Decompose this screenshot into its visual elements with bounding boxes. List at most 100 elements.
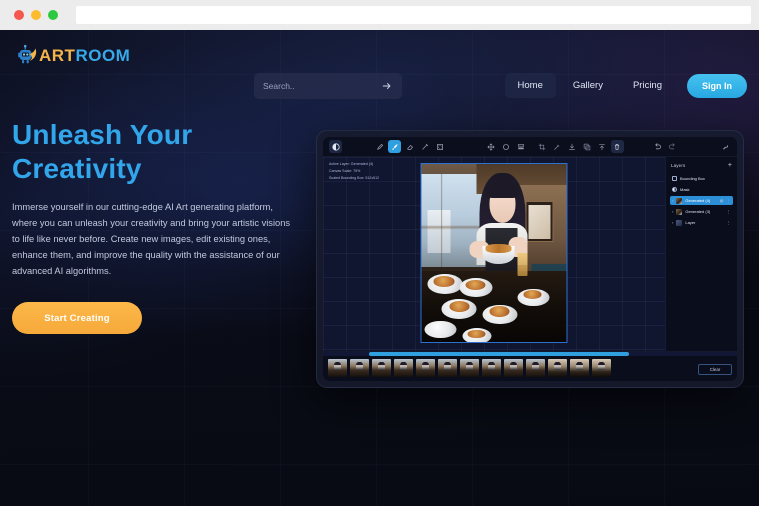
- image-noodles: [485, 244, 512, 253]
- editor-toolbar: [323, 137, 737, 157]
- toolbar-group-transform: [485, 140, 528, 153]
- filmstrip-thumb[interactable]: [438, 359, 457, 377]
- minimize-window-dot[interactable]: [31, 10, 41, 20]
- filmstrip-thumb[interactable]: [482, 359, 501, 377]
- toolbar-group-mode: [329, 140, 342, 153]
- wrench-icon[interactable]: [719, 140, 731, 153]
- layer-item-bounding-box[interactable]: Bounding Box: [670, 174, 733, 183]
- image-dish-food: [433, 276, 455, 287]
- merge-layers-icon[interactable]: [515, 140, 528, 153]
- download-icon[interactable]: [566, 140, 579, 153]
- toolbar-group-actions: [536, 140, 624, 153]
- layers-title: Layers: [671, 163, 686, 168]
- filmstrip-thumb[interactable]: [416, 359, 435, 377]
- filmstrip-thumb[interactable]: [504, 359, 523, 377]
- layer-visibility-icon[interactable]: ◍: [720, 198, 724, 203]
- layer-thumbnail: [676, 197, 683, 204]
- toolbar-group-tools: [373, 140, 446, 153]
- generation-progress-fill: [368, 352, 630, 356]
- filmstrip-thumb[interactable]: [372, 359, 391, 377]
- canvas-info-overlay: Active Layer: Generated (4) Canvas Scale…: [329, 161, 379, 182]
- pencil-icon[interactable]: [373, 140, 386, 153]
- toolbar-group-history: [651, 140, 679, 153]
- editor-body: Active Layer: Generated (4) Canvas Scale…: [323, 157, 737, 351]
- search-input[interactable]: [263, 81, 381, 91]
- filmstrip-thumb[interactable]: [394, 359, 413, 377]
- filmstrip-thumb[interactable]: [526, 359, 545, 377]
- canvas-info-bbox: Scaled Bounding Box: 512x512: [329, 176, 380, 180]
- checkbox-icon[interactable]: [672, 176, 677, 181]
- image-dish: [424, 320, 457, 339]
- maximize-window-dot[interactable]: [48, 10, 58, 20]
- layers-panel: Layers + Bounding Box Mask › Generated (…: [665, 157, 737, 351]
- brush-icon[interactable]: [388, 140, 402, 153]
- chevron-right-icon[interactable]: ›: [672, 220, 673, 225]
- filmstrip-thumb[interactable]: [548, 359, 567, 377]
- layers-header: Layers +: [670, 161, 733, 172]
- arrow-right-icon[interactable]: [381, 80, 393, 92]
- generation-progress-track: [323, 352, 737, 356]
- filmstrip-thumb[interactable]: [328, 359, 347, 377]
- url-bar[interactable]: [76, 6, 751, 24]
- clear-button[interactable]: Clear: [698, 364, 732, 375]
- layer-label: Mask: [680, 187, 690, 192]
- reset-circle-icon[interactable]: [500, 140, 513, 153]
- close-window-dot[interactable]: [14, 10, 24, 20]
- undo-icon[interactable]: [651, 140, 664, 153]
- chevron-right-icon[interactable]: ›: [672, 198, 673, 203]
- layer-item-generated-3[interactable]: › Generated (3) ⋮: [670, 207, 733, 216]
- logo-text-art: ART: [39, 45, 76, 65]
- redo-icon[interactable]: [666, 140, 679, 153]
- filmstrip-thumb[interactable]: [460, 359, 479, 377]
- layer-thumbnail: [676, 208, 683, 215]
- editor-canvas[interactable]: Active Layer: Generated (4) Canvas Scale…: [323, 157, 665, 351]
- hero-title: Unleash Your Creativity: [12, 118, 312, 186]
- nav-item-home[interactable]: Home: [504, 73, 556, 98]
- plus-icon[interactable]: +: [728, 162, 732, 169]
- hero-section: Unleash Your Creativity Immerse yourself…: [12, 118, 312, 335]
- copy-icon[interactable]: [581, 140, 594, 153]
- image-dish-food: [467, 329, 486, 339]
- layer-label: Generated (3): [685, 209, 711, 214]
- filmstrip-thumbnails[interactable]: [328, 359, 693, 377]
- sign-in-button[interactable]: Sign In: [687, 73, 747, 98]
- layer-item-mask[interactable]: Mask: [670, 185, 733, 194]
- upload-icon[interactable]: [596, 140, 609, 153]
- eyedropper-icon[interactable]: [551, 140, 564, 153]
- chevron-right-icon[interactable]: ›: [672, 209, 673, 214]
- filmstrip-thumb[interactable]: [350, 359, 369, 377]
- eraser-icon[interactable]: [403, 140, 416, 153]
- navbar: ARTROOM Home Gallery Pricing Sign In: [0, 30, 759, 99]
- filmstrip-bar: Clear: [323, 351, 737, 381]
- layer-menu-icon[interactable]: ⋮: [727, 220, 731, 225]
- generated-image[interactable]: [420, 163, 568, 343]
- browser-chrome: [0, 0, 759, 30]
- trash-icon[interactable]: [610, 140, 624, 153]
- robot-mascot-icon: [16, 43, 40, 67]
- start-creating-button[interactable]: Start Creating: [12, 302, 142, 335]
- nav-item-pricing[interactable]: Pricing: [620, 73, 675, 98]
- layer-label: Generated (4): [685, 198, 711, 203]
- image-dish-food: [465, 279, 486, 291]
- canvas-info-scale: Canvas Scale: 75%: [329, 169, 361, 173]
- crop-icon[interactable]: [536, 140, 549, 153]
- layer-item-layer[interactable]: › Layer ⋮: [670, 218, 733, 227]
- logo[interactable]: ARTROOM: [16, 43, 130, 67]
- nav-item-gallery[interactable]: Gallery: [560, 73, 616, 98]
- move-icon[interactable]: [485, 140, 498, 153]
- filmstrip-thumb[interactable]: [592, 359, 611, 377]
- hero-title-line1: Unleash Your: [12, 119, 193, 150]
- search-bar[interactable]: [254, 73, 402, 99]
- layer-menu-icon[interactable]: ⋮: [727, 209, 731, 214]
- window-controls: [0, 10, 58, 20]
- half-circle-icon[interactable]: [672, 187, 677, 192]
- layer-menu-icon[interactable]: ⋮: [727, 198, 731, 203]
- layer-label: Bounding Box: [680, 176, 705, 181]
- contrast-circle-icon[interactable]: [329, 140, 342, 153]
- filmstrip-thumb[interactable]: [570, 359, 589, 377]
- pen-icon[interactable]: [418, 140, 431, 153]
- layer-item-generated-4[interactable]: › Generated (4) ◍ ⋮: [670, 196, 733, 205]
- layer-label: Layer: [685, 220, 696, 225]
- canvas-info-active-layer: Active Layer: Generated (4): [329, 162, 374, 166]
- bounding-box-icon[interactable]: [433, 140, 446, 153]
